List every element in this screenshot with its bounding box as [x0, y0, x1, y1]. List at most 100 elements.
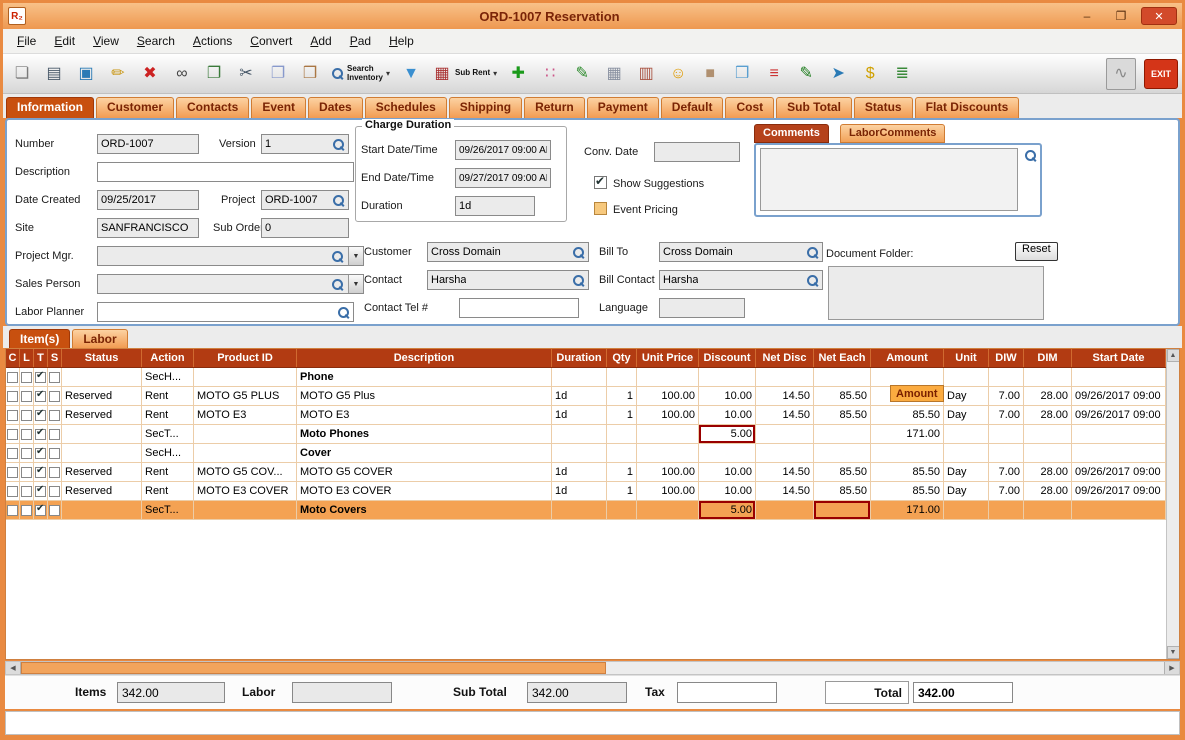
tab-contacts[interactable]: Contacts — [176, 97, 250, 118]
row-checkbox[interactable] — [21, 428, 32, 440]
comments-search-icon[interactable] — [1024, 149, 1037, 162]
row-checkbox[interactable] — [7, 447, 18, 459]
tab-sub-total[interactable]: Sub Total — [776, 97, 852, 118]
package-icon[interactable]: ■ — [695, 58, 725, 90]
row-checkbox[interactable] — [7, 504, 18, 516]
row-checkbox[interactable] — [49, 466, 60, 478]
conv-date-field[interactable] — [654, 142, 740, 162]
books-icon[interactable]: ≡ — [759, 58, 789, 90]
bill-to-search-icon[interactable] — [806, 246, 819, 259]
table-row[interactable]: SecT... Moto Phones 5.00 171.00 — [6, 425, 1166, 444]
cell-qty[interactable] — [607, 501, 637, 519]
sheet-edit-icon[interactable]: ✎ — [791, 58, 821, 90]
cell-unit[interactable] — [944, 425, 989, 443]
menu-help[interactable]: Help — [381, 31, 422, 51]
cell-amount[interactable] — [871, 368, 944, 386]
tab-return[interactable]: Return — [524, 97, 585, 118]
cell-description[interactable]: MOTO G5 COVER — [297, 463, 552, 481]
cell-status[interactable] — [62, 368, 142, 386]
reset-button[interactable]: Reset — [1015, 242, 1058, 261]
export-money-icon[interactable]: ➤ — [823, 58, 853, 90]
scroll-right-icon[interactable]: ▶ — [1164, 662, 1179, 674]
cell-status[interactable]: Reserved — [62, 482, 142, 500]
tab-payment[interactable]: Payment — [586, 97, 659, 118]
date-created-field[interactable]: 09/25/2017 — [97, 190, 199, 210]
cell-dim[interactable]: 28.00 — [1024, 406, 1072, 424]
bill-to-field[interactable]: Cross Domain — [659, 242, 823, 262]
description-field[interactable] — [97, 162, 354, 182]
cell-discount[interactable] — [699, 444, 756, 462]
menu-view[interactable]: View — [85, 31, 127, 51]
cell-net_disc[interactable] — [756, 444, 814, 462]
row-checkbox[interactable] — [21, 466, 32, 478]
menu-file[interactable]: File — [9, 31, 44, 51]
cell-discount[interactable]: 5.00 — [699, 425, 756, 443]
edit-note-icon[interactable]: ✎ — [567, 58, 597, 90]
cell-description[interactable]: MOTO E3 — [297, 406, 552, 424]
column-header-discount[interactable]: Discount — [699, 349, 756, 367]
cell-diw[interactable] — [989, 368, 1024, 386]
sub-rent-button-dropdown-icon[interactable]: ▾ — [493, 69, 497, 78]
cell-action[interactable]: Rent — [142, 406, 194, 424]
row-checkbox[interactable] — [7, 371, 18, 383]
row-checkbox[interactable] — [21, 409, 32, 421]
cell-net_each[interactable]: 85.50 — [814, 387, 871, 405]
dollar-icon[interactable]: $ — [855, 58, 885, 90]
customer-search-icon[interactable] — [572, 246, 585, 259]
menu-convert[interactable]: Convert — [242, 31, 300, 51]
cell-action[interactable]: SecH... — [142, 368, 194, 386]
sales-person-dropdown-icon[interactable]: ▼ — [348, 275, 363, 293]
contact-tel-field[interactable] — [459, 298, 579, 318]
table-row[interactable]: SecH... Phone — [6, 368, 1166, 387]
minimize-button[interactable]: – — [1073, 7, 1101, 25]
menu-pad[interactable]: Pad — [342, 31, 379, 51]
column-header-start_date[interactable]: Start Date — [1072, 349, 1166, 367]
cell-description[interactable]: MOTO E3 COVER — [297, 482, 552, 500]
cell-description[interactable]: MOTO G5 Plus — [297, 387, 552, 405]
column-header-status[interactable]: Status — [62, 349, 142, 367]
cell-dim[interactable] — [1024, 425, 1072, 443]
project-field[interactable]: ORD-1007 — [261, 190, 349, 210]
column-header-qty[interactable]: Qty — [607, 349, 637, 367]
menu-add[interactable]: Add — [302, 31, 339, 51]
cell-dim[interactable] — [1024, 444, 1072, 462]
cell-net_each[interactable] — [814, 368, 871, 386]
cell-diw[interactable]: 7.00 — [989, 482, 1024, 500]
cell-dim[interactable]: 28.00 — [1024, 463, 1072, 481]
cell-diw[interactable] — [989, 501, 1024, 519]
cell-net_each[interactable]: 85.50 — [814, 406, 871, 424]
row-checkbox[interactable] — [35, 484, 46, 497]
contact-field[interactable]: Harsha — [427, 270, 589, 290]
sales-person-search-icon[interactable] — [331, 278, 344, 291]
column-header-duration[interactable]: Duration — [552, 349, 607, 367]
cell-description[interactable]: Moto Covers — [297, 501, 552, 519]
row-checkbox[interactable] — [49, 485, 60, 497]
cell-diw[interactable] — [989, 425, 1024, 443]
cell-start_date[interactable] — [1072, 425, 1166, 443]
tab-comments[interactable]: Comments — [754, 124, 829, 143]
cell-action[interactable]: Rent — [142, 482, 194, 500]
cell-net_disc[interactable] — [756, 425, 814, 443]
cell-description[interactable]: Moto Phones — [297, 425, 552, 443]
menu-actions[interactable]: Actions — [185, 31, 240, 51]
bill-contact-field[interactable]: Harsha — [659, 270, 823, 290]
cell-qty[interactable]: 1 — [607, 406, 637, 424]
cell-net_each[interactable]: 85.50 — [814, 463, 871, 481]
cell-product_id[interactable] — [194, 425, 297, 443]
duplicate-document-icon[interactable]: ❐ — [199, 58, 229, 90]
column-header-c[interactable]: C — [6, 349, 20, 367]
cell-unit_price[interactable]: 100.00 — [637, 406, 699, 424]
cell-amount[interactable] — [871, 444, 944, 462]
labor-planner-search-icon[interactable] — [337, 306, 350, 319]
cell-amount[interactable]: 85.50 — [871, 482, 944, 500]
cell-net_disc[interactable]: 14.50 — [756, 482, 814, 500]
tab-status[interactable]: Status — [853, 97, 913, 118]
cell-dim[interactable]: 28.00 — [1024, 387, 1072, 405]
column-header-product_id[interactable]: Product ID — [194, 349, 297, 367]
cell-start_date[interactable] — [1072, 444, 1166, 462]
cell-product_id[interactable] — [194, 444, 297, 462]
column-header-action[interactable]: Action — [142, 349, 194, 367]
cell-action[interactable]: SecT... — [142, 501, 194, 519]
sub-orders-field[interactable]: 0 — [261, 218, 349, 238]
table-row[interactable]: ReservedRentMOTO G5 COV...MOTO G5 COVER1… — [6, 463, 1166, 482]
